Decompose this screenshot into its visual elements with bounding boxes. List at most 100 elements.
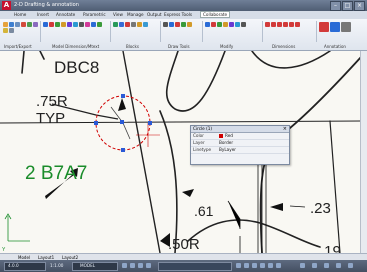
model-space-text[interactable]: MODEL (80, 263, 95, 268)
drawing-text-green-label: 2 B7A7 (25, 163, 87, 184)
polar-icon[interactable] (146, 263, 151, 268)
property-row-linetype[interactable]: Linetype ByLayer (191, 147, 289, 154)
vertical-scrollbar[interactable] (360, 51, 367, 253)
status-bar: 4.0.0 1:1.00 MODEL (0, 260, 367, 272)
baseline-icon[interactable] (91, 22, 96, 27)
command-line[interactable] (158, 262, 232, 271)
linear-dim-icon[interactable] (43, 22, 48, 27)
copy-icon[interactable] (211, 22, 216, 27)
ribbon: Import/Export Model Dimension/Mtext Bloc… (0, 19, 367, 51)
markup-icon[interactable] (330, 22, 340, 32)
tab-express-tools[interactable]: Express Tools (164, 12, 192, 17)
rectangle-icon[interactable] (187, 22, 192, 27)
isolate-icon[interactable] (324, 263, 329, 268)
dim-break-icon[interactable] (283, 22, 288, 27)
selection-cycling-icon[interactable] (268, 263, 273, 268)
tab-annotate[interactable]: Annotate (56, 12, 75, 17)
sheet-icon[interactable] (9, 28, 14, 33)
maximize-icon[interactable]: □ (342, 1, 353, 11)
plot-icon[interactable] (27, 22, 32, 27)
wblock-icon[interactable] (143, 22, 148, 27)
publish-icon[interactable] (33, 22, 38, 27)
layer-icon[interactable] (341, 22, 351, 32)
hardware-acceleration-icon[interactable] (336, 263, 341, 268)
drawing-text-typ: TYP (36, 110, 65, 127)
save-icon[interactable] (9, 22, 14, 27)
property-key: Layer (193, 140, 205, 145)
snap-icon[interactable] (122, 263, 127, 268)
panel-modify (204, 21, 263, 42)
close-icon[interactable]: × (354, 1, 365, 11)
mirror-icon[interactable] (235, 22, 240, 27)
tab-manage[interactable]: Manage (127, 12, 144, 17)
tab-home[interactable]: Home (14, 12, 26, 17)
block-editor-icon[interactable] (137, 22, 142, 27)
radius-dim-icon[interactable] (55, 22, 60, 27)
import-icon[interactable] (15, 22, 20, 27)
center-mark-icon[interactable] (295, 22, 300, 27)
panel-title-model-dimension: Model Dimension/Mtext (52, 44, 100, 49)
property-value: ByLayer (219, 147, 237, 152)
clean-screen-icon[interactable] (348, 263, 353, 268)
tab-collaborate[interactable]: Collaborate (200, 11, 231, 18)
dim-style-icon[interactable] (265, 22, 270, 27)
lock-icon[interactable] (312, 263, 317, 268)
property-value: Border (219, 140, 234, 145)
rotate-icon[interactable] (217, 22, 222, 27)
aligned-dim-icon[interactable] (49, 22, 54, 27)
property-row-layer[interactable]: Layer Border (191, 140, 289, 147)
panel-title-import-export: Import/Export (4, 44, 32, 49)
attribute-icon[interactable] (131, 22, 136, 27)
angular-dim-icon[interactable] (67, 22, 72, 27)
offset-icon[interactable] (241, 22, 246, 27)
lineweight-icon[interactable] (252, 263, 257, 268)
move-icon[interactable] (205, 22, 210, 27)
edit-block-icon[interactable] (125, 22, 130, 27)
line-icon[interactable] (163, 22, 168, 27)
dim-update-icon[interactable] (271, 22, 276, 27)
arc-icon[interactable] (175, 22, 180, 27)
ucs-icon (4, 213, 30, 242)
folder-icon[interactable] (3, 28, 8, 33)
property-row-color[interactable]: Color Red (191, 133, 289, 140)
annotation-visibility-icon[interactable] (276, 263, 281, 268)
workspace-icon[interactable] (300, 263, 305, 268)
grid-icon[interactable] (130, 263, 135, 268)
trim-icon[interactable] (223, 22, 228, 27)
tolerance-icon[interactable] (289, 22, 294, 27)
tab-insert[interactable]: Insert (37, 12, 49, 17)
annotation-scale-icon[interactable] (319, 22, 329, 32)
leader-icon[interactable] (73, 22, 78, 27)
dim-space-icon[interactable] (277, 22, 282, 27)
drawing-canvas[interactable]: DBC8 .75R TYP 2 B7A7 .61 .23 .50R .19 Y (0, 51, 361, 253)
mtext-icon[interactable] (79, 22, 84, 27)
transparency-icon[interactable] (260, 263, 265, 268)
drawing-text-dim-61: .61 (194, 203, 214, 219)
ortho-icon[interactable] (138, 263, 143, 268)
extend-icon[interactable] (229, 22, 234, 27)
close-icon[interactable]: × (283, 126, 287, 132)
quick-properties-title: Circle (1) (191, 126, 289, 133)
property-key: Linetype (193, 147, 212, 152)
table-icon[interactable] (85, 22, 90, 27)
color-swatch-icon (219, 134, 223, 138)
panel-import-export (2, 21, 41, 42)
export-icon[interactable] (21, 22, 26, 27)
insert-block-icon[interactable] (113, 22, 118, 27)
create-block-icon[interactable] (119, 22, 124, 27)
tab-parametric[interactable]: Parametric (83, 12, 106, 17)
autocad-logo-icon[interactable]: A (2, 1, 11, 10)
polyline-icon[interactable] (181, 22, 186, 27)
osnap-icon[interactable] (236, 263, 241, 268)
scale-text[interactable]: 1:1.00 (50, 263, 63, 268)
minimize-icon[interactable]: – (330, 1, 341, 11)
open-icon[interactable] (3, 22, 8, 27)
tab-view[interactable]: View (113, 12, 123, 17)
drawing-text-radius: .75R (36, 93, 68, 110)
diameter-dim-icon[interactable] (61, 22, 66, 27)
otrack-icon[interactable] (244, 263, 249, 268)
circle-icon[interactable] (169, 22, 174, 27)
tab-output[interactable]: Output (147, 12, 162, 17)
panel-title-modify: Modify (220, 44, 234, 49)
continue-icon[interactable] (97, 22, 102, 27)
